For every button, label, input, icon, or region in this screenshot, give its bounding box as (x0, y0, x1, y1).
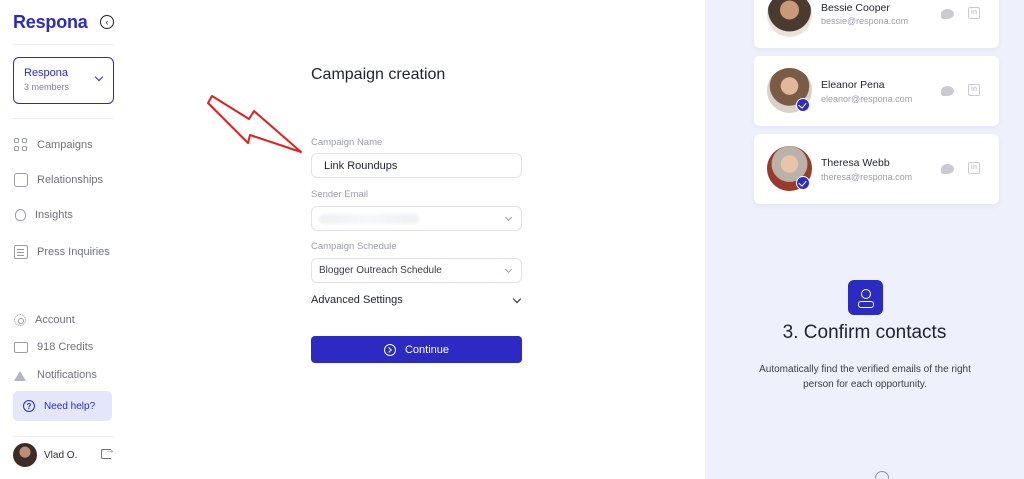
linkedin-icon[interactable]: in (968, 84, 980, 96)
workspace-name: Respona (24, 67, 69, 79)
divider (13, 44, 114, 45)
wallet-icon (14, 341, 28, 353)
campaign-schedule-select[interactable]: Blogger Outreach Schedule (311, 258, 522, 283)
sidebar-item-label: Account (35, 314, 75, 326)
carousel-indicator[interactable] (875, 471, 889, 479)
continue-button[interactable]: Continue (311, 336, 522, 363)
contact-email: bessie@respona.com (821, 16, 909, 26)
twitter-icon[interactable] (941, 164, 954, 174)
relationships-icon (14, 173, 28, 187)
onboarding-panel: Bessie Cooper bessie@respona.com in Elea… (705, 0, 1024, 479)
bell-icon (14, 371, 26, 381)
divider (13, 436, 114, 437)
contact-email: eleanor@respona.com (821, 94, 913, 104)
sender-email-select[interactable] (311, 206, 522, 231)
sidebar-item-relationships[interactable]: Relationships (14, 173, 103, 187)
step-title: 3. Confirm contacts (782, 322, 947, 343)
advanced-settings-toggle[interactable]: Advanced Settings (311, 294, 522, 306)
chevron-down-icon (504, 265, 513, 274)
sidebar-item-label: 918 Credits (37, 341, 94, 353)
question-icon: ? (23, 400, 35, 412)
linkedin-icon[interactable]: in (968, 162, 980, 174)
chevron-down-icon (512, 294, 522, 304)
campaign-schedule-label: Campaign Schedule (311, 241, 397, 252)
contact-card: Bessie Cooper bessie@respona.com in (754, 0, 999, 48)
sidebar-item-label: Press Inquiries (37, 246, 110, 258)
sidebar-item-credits[interactable]: 918 Credits (14, 341, 93, 353)
sidebar-item-notifications[interactable]: Notifications (14, 369, 97, 381)
help-label: Need help? (44, 400, 96, 412)
arrow-circle-icon (383, 343, 396, 356)
chevron-down-icon (504, 213, 513, 222)
avatar (13, 443, 37, 467)
redacted-email (319, 213, 419, 224)
page-title: Campaign creation (311, 66, 446, 83)
sidebar-item-campaigns[interactable]: Campaigns (14, 138, 93, 152)
campaign-name-input[interactable]: Link Roundups (311, 153, 522, 178)
sidebar-item-label: Campaigns (37, 139, 93, 151)
user-contact-icon (848, 280, 883, 315)
gear-icon (14, 314, 26, 326)
workspace-members: 3 members (24, 82, 70, 92)
sidebar-item-label: Notifications (37, 369, 97, 381)
sidebar-item-label: Relationships (37, 174, 104, 186)
contact-email: theresa@respona.com (821, 172, 913, 182)
user-name: Vlad O. (44, 449, 78, 461)
verified-check-icon (796, 98, 810, 112)
schedule-value: Blogger Outreach Schedule (319, 265, 442, 276)
campaign-name-label: Campaign Name (311, 137, 383, 148)
avatar (767, 0, 812, 37)
sidebar-item-insights[interactable]: Insights (14, 209, 73, 221)
contact-name: Eleanor Pena (821, 79, 885, 91)
twitter-icon[interactable] (941, 9, 954, 19)
advanced-settings-label: Advanced Settings (311, 294, 403, 306)
logout-icon[interactable] (101, 445, 115, 459)
contact-card: Theresa Webb theresa@respona.com in (754, 134, 999, 204)
app-logo[interactable]: Respona (13, 12, 88, 33)
step-description: Automatically find the verified emails o… (759, 364, 971, 390)
lightbulb-icon (15, 209, 26, 221)
workspace-selector[interactable]: Respona 3 members (13, 57, 114, 104)
sidebar: Respona ‹ Respona 3 members Campaigns Re… (0, 0, 126, 479)
sender-email-label: Sender Email (311, 189, 369, 200)
contact-name: Theresa Webb (821, 157, 890, 169)
linkedin-icon[interactable]: in (968, 7, 980, 19)
continue-label: Continue (404, 343, 450, 356)
sidebar-item-account[interactable]: Account (14, 314, 75, 326)
user-profile[interactable]: Vlad O. (13, 443, 115, 467)
twitter-icon[interactable] (941, 86, 954, 96)
contact-card: Eleanor Pena eleanor@respona.com in (754, 56, 999, 126)
divider (13, 118, 114, 119)
collapse-sidebar-icon[interactable]: ‹ (100, 15, 114, 29)
help-button[interactable]: ? Need help? (13, 391, 112, 421)
main-content: Campaign creation Campaign Name Link Rou… (126, 0, 705, 479)
contact-name: Bessie Cooper (821, 2, 890, 14)
sidebar-item-label: Insights (35, 209, 73, 221)
newspaper-icon (14, 245, 28, 259)
grid-icon (14, 138, 28, 152)
sidebar-item-press-inquiries[interactable]: Press Inquiries (14, 245, 110, 259)
verified-check-icon (796, 176, 810, 190)
